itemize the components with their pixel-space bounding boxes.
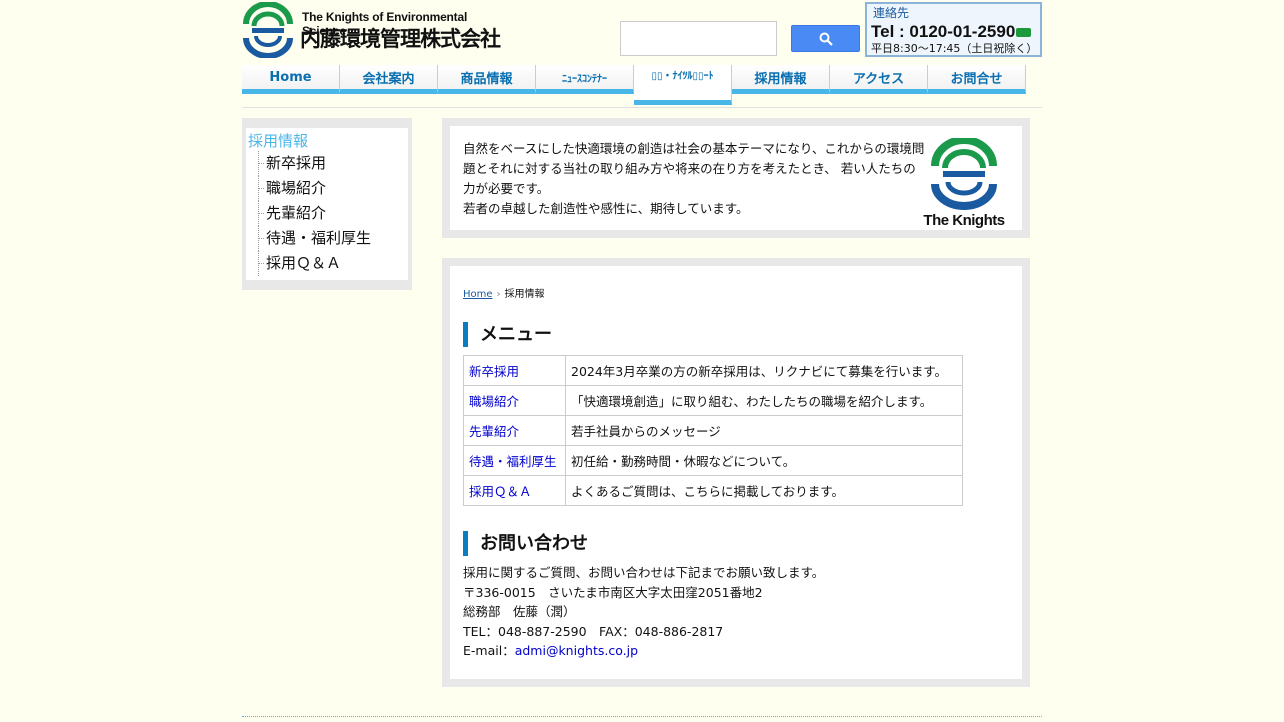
sidebar-item-workplace[interactable]: 職場紹介 xyxy=(258,176,406,201)
table-row: 採用Ｑ＆Ａ よくあるご質問は、こちらに掲載しております。 xyxy=(463,475,963,506)
sidebar-title[interactable]: 採用情報 xyxy=(248,131,406,151)
nav-home[interactable]: Home xyxy=(242,65,340,94)
table-row: 先輩紹介 若手社員からのメッセージ xyxy=(463,415,963,446)
inquiry-phone-fax: TEL：048-887-2590 FAX：048-886-2817 xyxy=(463,623,724,639)
menu-table: 新卒採用 2024年3月卒業の方の新卒採用は、リクナビにて募集を行います。 職場紹… xyxy=(463,355,963,506)
menu-desc: 若手社員からのメッセージ xyxy=(565,415,963,446)
page-wrapper: The Knights of Environmental Science 内藤環… xyxy=(242,0,1042,722)
menu-link-benefits[interactable]: 待遇・福利厚生 xyxy=(463,445,566,476)
main-panel: Home › 採用情報 メニュー 新卒採用 2024年3月卒業の方の新卒採用は、リクナ… xyxy=(450,266,1022,679)
inquiry-email: E-mail：admi@knights.co.jp xyxy=(463,641,1009,661)
main-section: Home › 採用情報 メニュー 新卒採用 2024年3月卒業の方の新卒採用は、リクナ… xyxy=(442,258,1030,687)
sidebar-panel: 採用情報 新卒採用 職場紹介 先輩紹介 待遇・福利厚生 採用Ｑ＆Ａ xyxy=(246,128,408,280)
menu-link-new-grad[interactable]: 新卒採用 xyxy=(463,355,566,386)
search-button[interactable] xyxy=(791,25,860,52)
intro-paragraph: 自然をベースにした快適環境の創造は社会の基本テーマになり、これからの環境問題とそ… xyxy=(463,141,925,196)
inquiry-details: 採用に関するご質問、お問い合わせは下記までお願い致します。 〒336-0015 … xyxy=(463,563,1009,661)
footer-divider xyxy=(242,716,1042,717)
knights-logo-text: The Knights xyxy=(923,212,1005,229)
nav-products[interactable]: 商品情報 xyxy=(438,65,536,94)
sidebar-item-seniors[interactable]: 先輩紹介 xyxy=(258,201,406,226)
menu-heading: メニュー xyxy=(463,322,1009,347)
knights-logo: The Knights xyxy=(919,136,1009,230)
knights-emblem-icon xyxy=(243,2,293,58)
nav-recruit[interactable]: 採用情報 xyxy=(732,65,830,94)
search-icon xyxy=(819,32,833,46)
menu-desc: 初任給・勤務時間・休暇などについて。 xyxy=(565,445,963,476)
sidebar: 採用情報 新卒採用 職場紹介 先輩紹介 待遇・福利厚生 採用Ｑ＆Ａ xyxy=(242,118,412,290)
contact-box: 連絡先 Tel : 0120-01-2590 平日8:30～17:45（土日祝除… xyxy=(865,2,1042,57)
menu-link-workplace[interactable]: 職場紹介 xyxy=(463,385,566,416)
menu-link-seniors[interactable]: 先輩紹介 xyxy=(463,415,566,446)
contact-phone[interactable]: Tel : 0120-01-2590 xyxy=(871,22,1036,42)
menu-link-faq[interactable]: 採用Ｑ＆Ａ xyxy=(463,475,566,506)
email-label: E-mail： xyxy=(463,643,515,658)
breadcrumb-separator-icon: › xyxy=(496,289,501,300)
contact-hours: 平日8:30～17:45（土日祝除く） xyxy=(871,42,1038,55)
table-row: 職場紹介 「快適環境創造」に取り組む、わたしたちの職場を紹介します。 xyxy=(463,385,963,416)
knights-emblem-icon xyxy=(931,136,997,210)
inquiry-intro: 採用に関するご質問、お問い合わせは下記までお願い致します。 xyxy=(463,565,825,580)
table-row: 待遇・福利厚生 初任給・勤務時間・休暇などについて。 xyxy=(463,445,963,476)
menu-desc: よくあるご質問は、こちらに掲載しております。 xyxy=(565,475,963,506)
menu-desc: 「快適環境創造」に取り組む、わたしたちの職場を紹介します。 xyxy=(565,385,963,416)
breadcrumb-current: 採用情報 xyxy=(504,289,545,300)
inquiry-person: 総務部 佐藤（潤） xyxy=(463,604,576,619)
sidebar-item-faq[interactable]: 採用Ｑ＆Ａ xyxy=(258,251,406,276)
nav-news[interactable]: ﾆｭｰｽｺﾝﾃﾅｰ xyxy=(536,65,634,94)
intro-panel: 自然をベースにした快適環境の創造は社会の基本テーマになり、これからの環境問題とそ… xyxy=(450,126,1022,230)
intro-section: 自然をベースにした快適環境の創造は社会の基本テーマになり、これからの環境問題とそ… xyxy=(442,118,1030,238)
inquiry-address: 〒336-0015 さいたま市南区大字太田窪2051番地2 xyxy=(463,584,763,600)
menu-desc: 2024年3月卒業の方の新卒採用は、リクナビにて募集を行います。 xyxy=(565,355,963,386)
intro-text: 自然をベースにした快適環境の創造は社会の基本テーマになり、これからの環境問題とそ… xyxy=(463,139,925,219)
logo-company-name: 内藤環境管理株式会社 xyxy=(300,27,501,51)
sidebar-item-new-grad[interactable]: 新卒採用 xyxy=(258,151,406,176)
freedial-icon xyxy=(1016,28,1032,38)
email-link[interactable]: admi@knights.co.jp xyxy=(515,643,638,658)
nav-access[interactable]: アクセス xyxy=(830,65,928,94)
main-nav: Home 会社案内 商品情報 ﾆｭｰｽｺﾝﾃﾅｰ ▯▯・ﾅｲﾂﾙ▯▯ｰﾄ 採用情… xyxy=(242,65,1042,108)
search-input[interactable] xyxy=(620,21,777,56)
breadcrumb-home-link[interactable]: Home xyxy=(463,289,493,300)
sidebar-item-benefits[interactable]: 待遇・福利厚生 xyxy=(258,226,406,251)
nav-company[interactable]: 会社案内 xyxy=(340,65,438,94)
inquiry-heading: お問い合わせ xyxy=(463,531,1009,556)
nav-contact[interactable]: お問合せ xyxy=(928,65,1026,94)
contact-tel-text: Tel : 0120-01-2590 xyxy=(871,22,1016,41)
nav-knights-report[interactable]: ▯▯・ﾅｲﾂﾙ▯▯ｰﾄ xyxy=(634,65,732,105)
contact-label: 連絡先 xyxy=(873,6,910,20)
table-row: 新卒採用 2024年3月卒業の方の新卒採用は、リクナビにて募集を行います。 xyxy=(463,355,963,386)
intro-paragraph-2: 若者の卓越した創造性や感性に、期待しています。 xyxy=(463,201,749,216)
company-logo[interactable]: The Knights of Environmental Science 内藤環… xyxy=(242,2,501,58)
breadcrumb: Home › 採用情報 xyxy=(463,288,1009,302)
